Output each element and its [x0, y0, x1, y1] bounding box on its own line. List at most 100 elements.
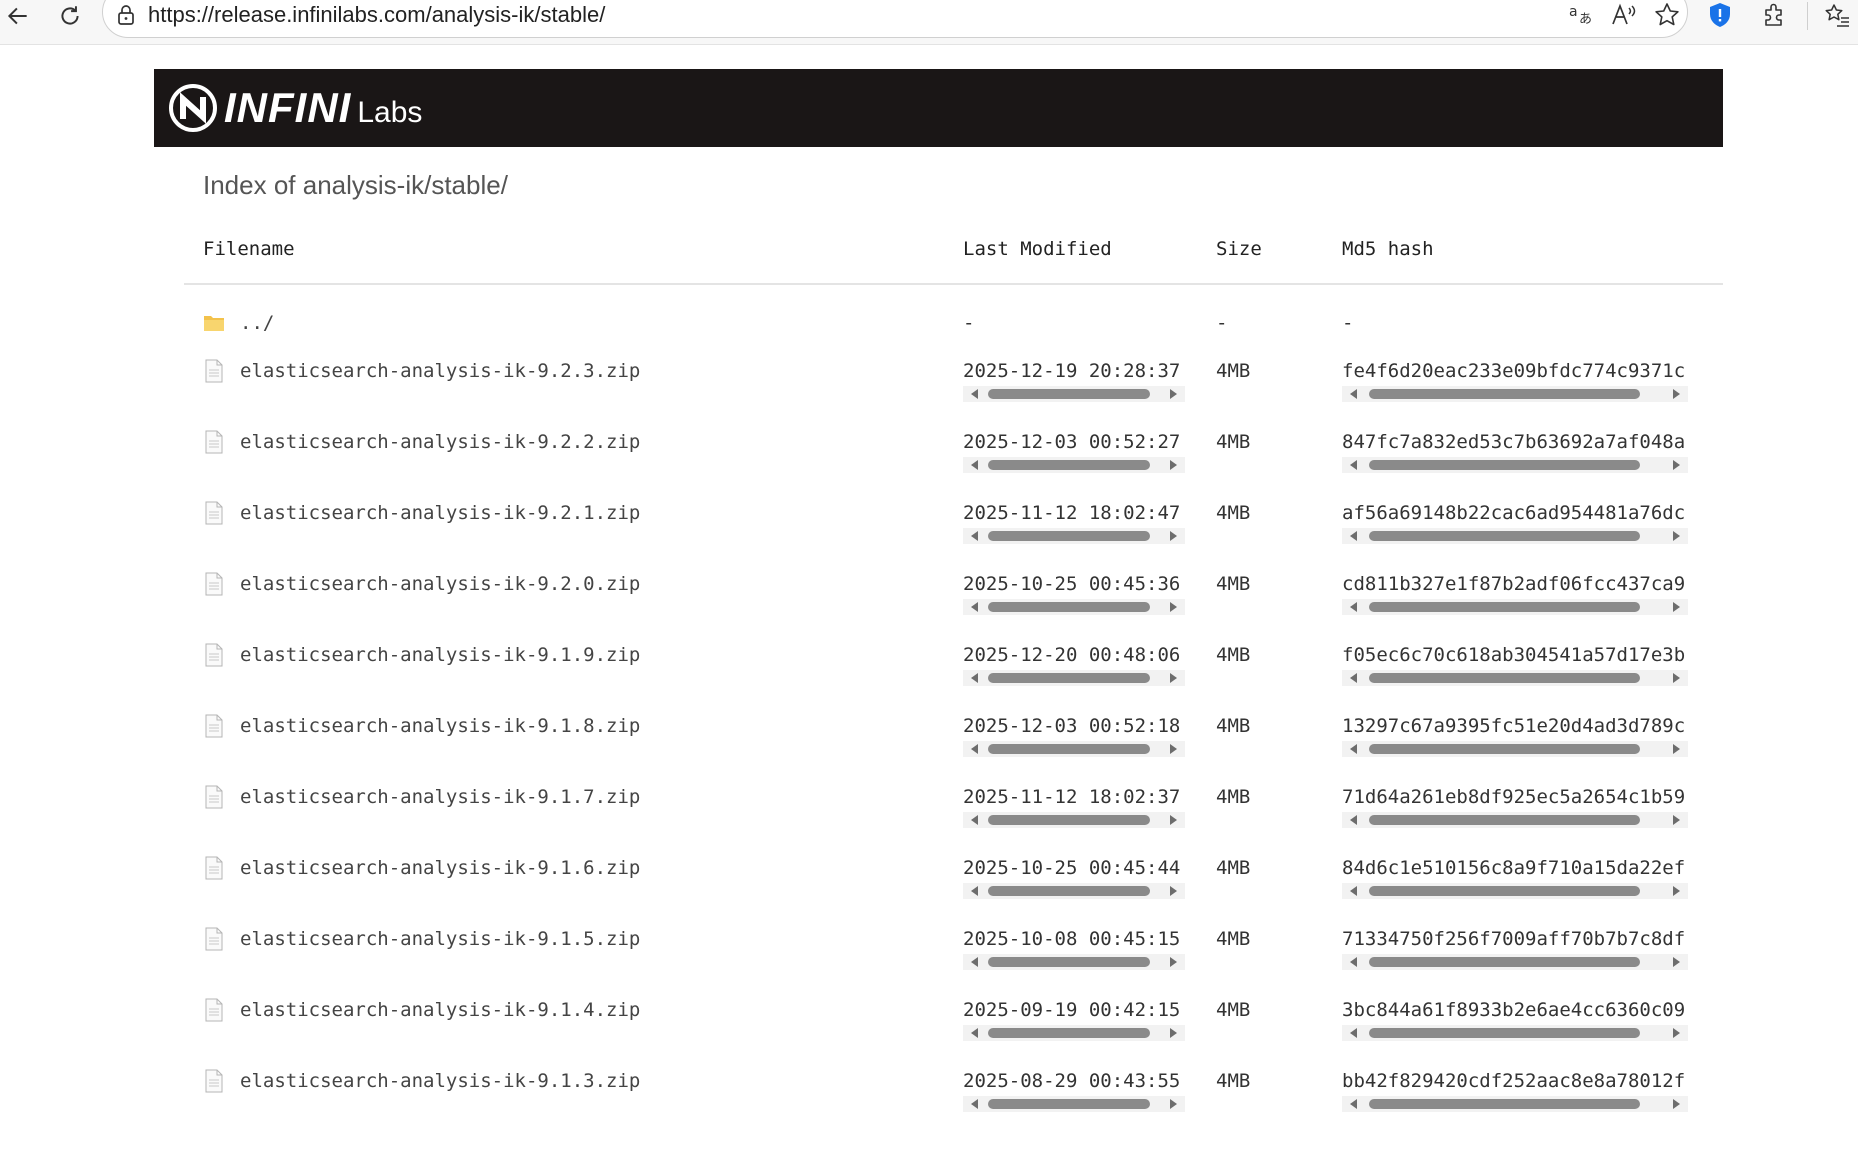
- scrollbar-thumb[interactable]: [1369, 1099, 1640, 1109]
- scroll-left-arrow-icon[interactable]: [971, 1099, 978, 1109]
- scrollbar-thumb[interactable]: [1369, 460, 1640, 470]
- scroll-left-arrow-icon[interactable]: [971, 744, 978, 754]
- column-header-md5[interactable]: Md5 hash: [1342, 238, 1434, 260]
- file-link[interactable]: elasticsearch-analysis-ik-9.1.5.zip: [240, 927, 640, 951]
- extensions-icon[interactable]: [1757, 0, 1791, 30]
- scrollbar-thumb[interactable]: [1369, 815, 1640, 825]
- md5-scrollbar[interactable]: [1342, 1025, 1688, 1041]
- scroll-left-arrow-icon[interactable]: [1350, 531, 1357, 541]
- scrollbar-thumb[interactable]: [1369, 389, 1640, 399]
- file-link[interactable]: elasticsearch-analysis-ik-9.1.6.zip: [240, 856, 640, 880]
- scroll-right-arrow-icon[interactable]: [1673, 886, 1680, 896]
- scroll-left-arrow-icon[interactable]: [1350, 602, 1357, 612]
- file-link[interactable]: elasticsearch-analysis-ik-9.1.7.zip: [240, 785, 640, 809]
- scroll-right-arrow-icon[interactable]: [1673, 389, 1680, 399]
- scroll-right-arrow-icon[interactable]: [1170, 389, 1177, 399]
- date-scrollbar[interactable]: [963, 812, 1185, 828]
- file-link[interactable]: elasticsearch-analysis-ik-9.2.0.zip: [240, 572, 640, 596]
- scroll-left-arrow-icon[interactable]: [1350, 1099, 1357, 1109]
- scroll-left-arrow-icon[interactable]: [971, 957, 978, 967]
- infini-labs-logo[interactable]: INFINI Labs: [168, 81, 422, 135]
- favorite-star-icon[interactable]: [1650, 0, 1684, 30]
- scroll-right-arrow-icon[interactable]: [1673, 1028, 1680, 1038]
- scroll-left-arrow-icon[interactable]: [1350, 957, 1357, 967]
- translate-icon[interactable]: aあ: [1565, 0, 1599, 30]
- scrollbar-thumb[interactable]: [1369, 886, 1640, 896]
- scroll-left-arrow-icon[interactable]: [971, 1028, 978, 1038]
- scroll-left-arrow-icon[interactable]: [1350, 815, 1357, 825]
- column-header-size[interactable]: Size: [1216, 238, 1262, 260]
- back-icon[interactable]: [0, 0, 36, 32]
- date-scrollbar[interactable]: [963, 386, 1185, 402]
- scroll-left-arrow-icon[interactable]: [971, 815, 978, 825]
- scroll-right-arrow-icon[interactable]: [1673, 531, 1680, 541]
- scroll-right-arrow-icon[interactable]: [1170, 886, 1177, 896]
- scrollbar-thumb[interactable]: [988, 460, 1150, 470]
- scroll-right-arrow-icon[interactable]: [1170, 460, 1177, 470]
- scrollbar-thumb[interactable]: [1369, 957, 1640, 967]
- scroll-right-arrow-icon[interactable]: [1170, 673, 1177, 683]
- scroll-left-arrow-icon[interactable]: [971, 886, 978, 896]
- scroll-left-arrow-icon[interactable]: [1350, 460, 1357, 470]
- scroll-left-arrow-icon[interactable]: [971, 389, 978, 399]
- scroll-right-arrow-icon[interactable]: [1673, 957, 1680, 967]
- md5-scrollbar[interactable]: [1342, 457, 1688, 473]
- scrollbar-thumb[interactable]: [988, 957, 1150, 967]
- scrollbar-thumb[interactable]: [988, 673, 1150, 683]
- scrollbar-thumb[interactable]: [988, 389, 1150, 399]
- scrollbar-thumb[interactable]: [1369, 744, 1640, 754]
- scrollbar-thumb[interactable]: [1369, 673, 1640, 683]
- date-scrollbar[interactable]: [963, 457, 1185, 473]
- scroll-left-arrow-icon[interactable]: [1350, 886, 1357, 896]
- md5-scrollbar[interactable]: [1342, 386, 1688, 402]
- file-link[interactable]: elasticsearch-analysis-ik-9.1.9.zip: [240, 643, 640, 667]
- read-aloud-icon[interactable]: [1606, 0, 1640, 30]
- date-scrollbar[interactable]: [963, 599, 1185, 615]
- scroll-left-arrow-icon[interactable]: [1350, 744, 1357, 754]
- scroll-right-arrow-icon[interactable]: [1170, 1028, 1177, 1038]
- scrollbar-thumb[interactable]: [1369, 531, 1640, 541]
- date-scrollbar[interactable]: [963, 1096, 1185, 1112]
- column-header-filename[interactable]: Filename: [203, 238, 295, 260]
- md5-scrollbar[interactable]: [1342, 883, 1688, 899]
- scrollbar-thumb[interactable]: [988, 1099, 1150, 1109]
- scroll-right-arrow-icon[interactable]: [1170, 744, 1177, 754]
- scroll-left-arrow-icon[interactable]: [971, 460, 978, 470]
- scrollbar-thumb[interactable]: [988, 886, 1150, 896]
- md5-scrollbar[interactable]: [1342, 1096, 1688, 1112]
- lock-icon[interactable]: [116, 4, 136, 26]
- scroll-right-arrow-icon[interactable]: [1170, 1099, 1177, 1109]
- scroll-right-arrow-icon[interactable]: [1673, 602, 1680, 612]
- file-link[interactable]: elasticsearch-analysis-ik-9.1.4.zip: [240, 998, 640, 1022]
- scroll-right-arrow-icon[interactable]: [1673, 460, 1680, 470]
- scroll-right-arrow-icon[interactable]: [1170, 602, 1177, 612]
- scrollbar-thumb[interactable]: [988, 602, 1150, 612]
- scrollbar-thumb[interactable]: [988, 1028, 1150, 1038]
- md5-scrollbar[interactable]: [1342, 599, 1688, 615]
- shield-icon[interactable]: [1703, 0, 1737, 30]
- scroll-left-arrow-icon[interactable]: [971, 673, 978, 683]
- column-header-last-modified[interactable]: Last Modified: [963, 238, 1112, 260]
- scroll-right-arrow-icon[interactable]: [1170, 957, 1177, 967]
- date-scrollbar[interactable]: [963, 954, 1185, 970]
- scroll-left-arrow-icon[interactable]: [971, 531, 978, 541]
- scroll-right-arrow-icon[interactable]: [1170, 531, 1177, 541]
- scroll-right-arrow-icon[interactable]: [1170, 815, 1177, 825]
- md5-scrollbar[interactable]: [1342, 954, 1688, 970]
- scrollbar-thumb[interactable]: [1369, 602, 1640, 612]
- scroll-right-arrow-icon[interactable]: [1673, 815, 1680, 825]
- scroll-right-arrow-icon[interactable]: [1673, 744, 1680, 754]
- date-scrollbar[interactable]: [963, 741, 1185, 757]
- file-link[interactable]: elasticsearch-analysis-ik-9.2.3.zip: [240, 359, 640, 383]
- scroll-left-arrow-icon[interactable]: [1350, 1028, 1357, 1038]
- parent-directory-link[interactable]: ../: [240, 311, 274, 335]
- scroll-left-arrow-icon[interactable]: [1350, 673, 1357, 683]
- md5-scrollbar[interactable]: [1342, 528, 1688, 544]
- md5-scrollbar[interactable]: [1342, 812, 1688, 828]
- date-scrollbar[interactable]: [963, 1025, 1185, 1041]
- scroll-left-arrow-icon[interactable]: [1350, 389, 1357, 399]
- md5-scrollbar[interactable]: [1342, 670, 1688, 686]
- scroll-right-arrow-icon[interactable]: [1673, 673, 1680, 683]
- scroll-right-arrow-icon[interactable]: [1673, 1099, 1680, 1109]
- favorites-list-icon[interactable]: [1820, 0, 1854, 30]
